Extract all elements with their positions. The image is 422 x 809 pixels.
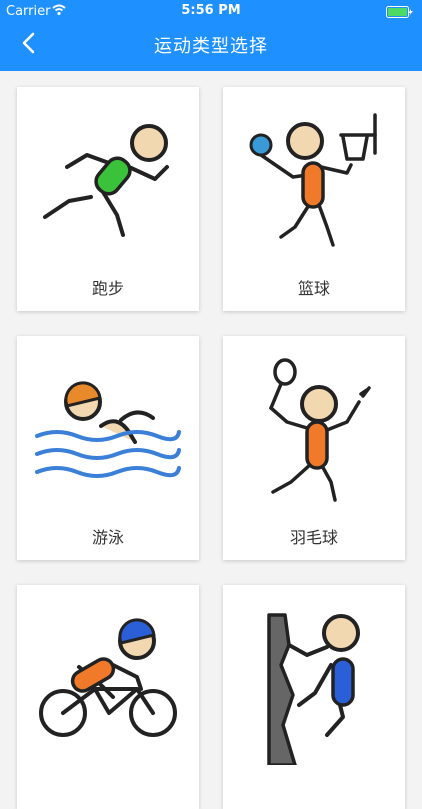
cycling-icon (39, 618, 177, 737)
navigation-bar: Carrier 5:56 PM 运动类型选择 (0, 0, 422, 71)
climbing-icon (267, 613, 360, 765)
basketball-icon (249, 113, 377, 247)
badminton-icon (269, 358, 371, 502)
sport-label: 跑步 (91, 279, 124, 298)
sport-card-badminton[interactable]: 羽毛球 (223, 336, 405, 560)
sport-label: 羽毛球 (289, 528, 338, 547)
sport-label: 游泳 (91, 528, 124, 547)
status-time: 5:56 PM (181, 3, 241, 18)
running-icon (43, 124, 169, 237)
sport-card-climbing[interactable] (223, 585, 405, 809)
sport-card-cycling[interactable] (17, 585, 199, 809)
swimming-icon (35, 381, 181, 478)
sport-card-swimming[interactable]: 游泳 (17, 336, 199, 560)
sport-label: 篮球 (297, 279, 330, 298)
battery-icon (386, 6, 413, 18)
page-title: 运动类型选择 (154, 36, 268, 57)
status-bar: Carrier 5:56 PM (0, 0, 422, 22)
sport-card-running[interactable]: 跑步 (17, 87, 199, 311)
sport-card-basketball[interactable]: 篮球 (223, 87, 405, 311)
